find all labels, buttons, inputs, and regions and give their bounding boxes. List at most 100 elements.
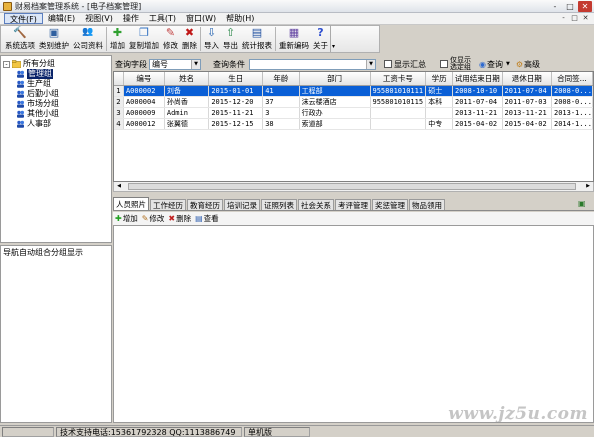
mdi-close-button[interactable]: ✕ [581,14,590,23]
tree-node-all[interactable]: - 所有分组 [3,59,59,69]
export-icon: ⇧ [225,26,236,39]
query-condition-select[interactable]: ▼ [249,58,376,70]
selected-group-only-checkbox[interactable]: 仅显示 选定组 [440,57,471,71]
import-button[interactable]: ⇩ 导入 [202,25,221,52]
mdi-maximize-button[interactable]: □ [570,14,579,23]
cell-id: A000004 [123,96,165,108]
detail-toolbar: ✚ 增加 ✎ 修改 ✖ 删除 ▤ 查看 [113,212,594,225]
close-button[interactable]: ✕ [578,1,592,12]
mdi-minimize-button[interactable]: - [559,14,568,23]
app-icon [3,1,12,11]
title-bar: 财易档案管理系统 - [电子档案管理] - □ ✕ [0,0,594,13]
column-header[interactable]: 学历 [425,72,453,86]
tree-icon: ▣ [48,26,60,39]
edit-icon: ✎ [141,214,149,223]
export-button[interactable]: ⇧ 导出 [221,25,240,52]
tab-certificates[interactable]: 证照列表 [261,199,297,210]
report-button[interactable]: ▤ 统计报表 [240,25,274,52]
tree-node-group[interactable]: 生产组 [3,79,59,89]
scrollbar-thumb[interactable] [128,183,576,190]
menu-help[interactable]: 帮助(H) [221,13,259,24]
cell-dept: 工程部 [299,85,371,97]
detail-delete-button[interactable]: ✖ 删除 [168,213,191,224]
tab-items[interactable]: 物品领用 [409,199,445,210]
scroll-right-icon[interactable]: ▶ [583,182,593,191]
report-icon: ▤ [251,26,263,39]
menu-bar: 文件(F) 编辑(E) 视图(V) 操作 工具(T) 窗口(W) 帮助(H) -… [0,13,594,25]
detail-tabs: 人员照片 工作经历 教育经历 培训记录 证照列表 社会关系 考评管理 奖惩管理 … [113,197,594,211]
tab-work-history[interactable]: 工作经历 [150,199,186,210]
cell-dept: 行政办 [299,107,371,119]
hammer-icon: 🔨 [13,26,27,39]
tree-node-group[interactable]: 其他小组 [3,109,59,119]
add-user-icon: ✚ [112,26,123,39]
main-toolbar: 🔨 系统选项 ▣ 类别维护 👥 公司资料 ✚ 增加 ❐ 复制增加 ✎ 修改 ✖ 删除 ⇩ 导入 … [0,25,380,53]
column-header[interactable]: 部门 [299,72,371,86]
menu-tools[interactable]: 工具(T) [144,13,181,24]
grid-detail-splitter[interactable] [113,193,594,197]
delete-button[interactable]: ✖ 删除 [180,25,199,52]
grid-horizontal-scrollbar[interactable]: ◀ ▶ [113,182,594,192]
tree-node-group[interactable]: 管理组 [3,69,59,79]
edit-button[interactable]: ✎ 修改 [161,25,180,52]
menu-view[interactable]: 视图(V) [80,13,118,24]
toolbar-separator [275,27,276,51]
column-header[interactable]: 编号 [123,72,165,86]
tab-photo[interactable]: 人员照片 [113,197,149,210]
category-maintain-button[interactable]: ▣ 类别维护 [37,25,71,52]
tab-education[interactable]: 教育经历 [187,199,223,210]
about-button[interactable]: ? 关于 [311,25,330,52]
tree-node-group[interactable]: 人事部 [3,119,59,129]
column-header[interactable]: 年龄 [262,72,300,86]
tab-training[interactable]: 培训记录 [224,199,260,210]
query-cond-label: 查询条件 [213,59,245,69]
group-icon [17,70,24,78]
nav-group-label: 导航自动组合分组显示 [3,248,83,257]
menu-operate[interactable]: 操作 [118,13,144,24]
tab-rewards[interactable]: 奖惩管理 [372,199,408,210]
column-header[interactable]: 姓名 [164,72,210,86]
copy-add-button[interactable]: ❐ 复制增加 [127,25,161,52]
detail-edit-button[interactable]: ✎ 修改 [142,213,165,224]
tab-relations[interactable]: 社会关系 [298,199,334,210]
query-field-select[interactable]: 编号 ▼ [149,58,201,70]
recode-button[interactable]: ▦ 重新编码 [277,25,311,52]
tab-evaluation[interactable]: 考评管理 [335,199,371,210]
panel-splitter[interactable] [0,242,112,246]
toolbar-overflow-button[interactable]: ▾ [330,25,336,52]
scroll-left-icon[interactable]: ◀ [114,182,124,191]
column-header[interactable]: 试用结束日期 [452,72,503,86]
advanced-button[interactable]: ⚙ 高级 [516,59,540,70]
cell-age: 38 [262,118,300,130]
chevron-down-icon: ▼ [191,59,200,69]
tree-node-group[interactable]: 后勤小组 [3,89,59,99]
detail-view-button[interactable]: ▤ 查看 [195,213,219,224]
query-field-label: 查询字段 [115,59,147,69]
table-row[interactable]: 3 A000009 Admin 2015-11-21 3 行政办 2013-11… [114,107,593,119]
cell-retire: 2011-07-04 [502,85,552,97]
menu-edit[interactable]: 编辑(E) [43,13,80,24]
query-button[interactable]: ◉ 查询 ▼ [479,59,510,70]
detail-add-button[interactable]: ✚ 增加 [115,213,138,224]
minimize-button[interactable]: - [548,1,562,12]
group-icon [17,90,24,98]
table-row[interactable]: 4 A000012 张翼德 2015-12-15 38 索道部 中专 2015-… [114,118,593,130]
column-header[interactable]: 退休日期 [502,72,552,86]
column-header[interactable]: 生日 [208,72,264,86]
table-row[interactable]: 2 A000004 孙尚香 2015-12-20 37 沫云楼酒店 955801… [114,96,593,108]
tree-node-group[interactable]: 市场分组 [3,99,59,109]
show-summary-checkbox[interactable]: 显示汇总 [384,59,426,70]
maximize-button[interactable]: □ [563,1,577,12]
collapse-toggle[interactable]: - [3,60,10,68]
column-header[interactable]: 合同签... [551,72,593,86]
layout-toggle-icon[interactable]: ▣ [578,199,588,209]
company-info-button[interactable]: 👥 公司资料 [71,25,105,52]
table-row[interactable]: 1 A000002 刘备 2015-01-01 41 工程部 955801010… [114,85,593,97]
menu-window[interactable]: 窗口(W) [181,13,221,24]
cell-retire: 2011-07-03 [502,96,552,108]
add-button[interactable]: ✚ 增加 [108,25,127,52]
system-options-button[interactable]: 🔨 系统选项 [3,25,37,52]
menu-file[interactable]: 文件(F) [4,13,43,24]
column-header[interactable]: 工资卡号 [370,72,427,86]
row-number: 1 [114,85,124,97]
